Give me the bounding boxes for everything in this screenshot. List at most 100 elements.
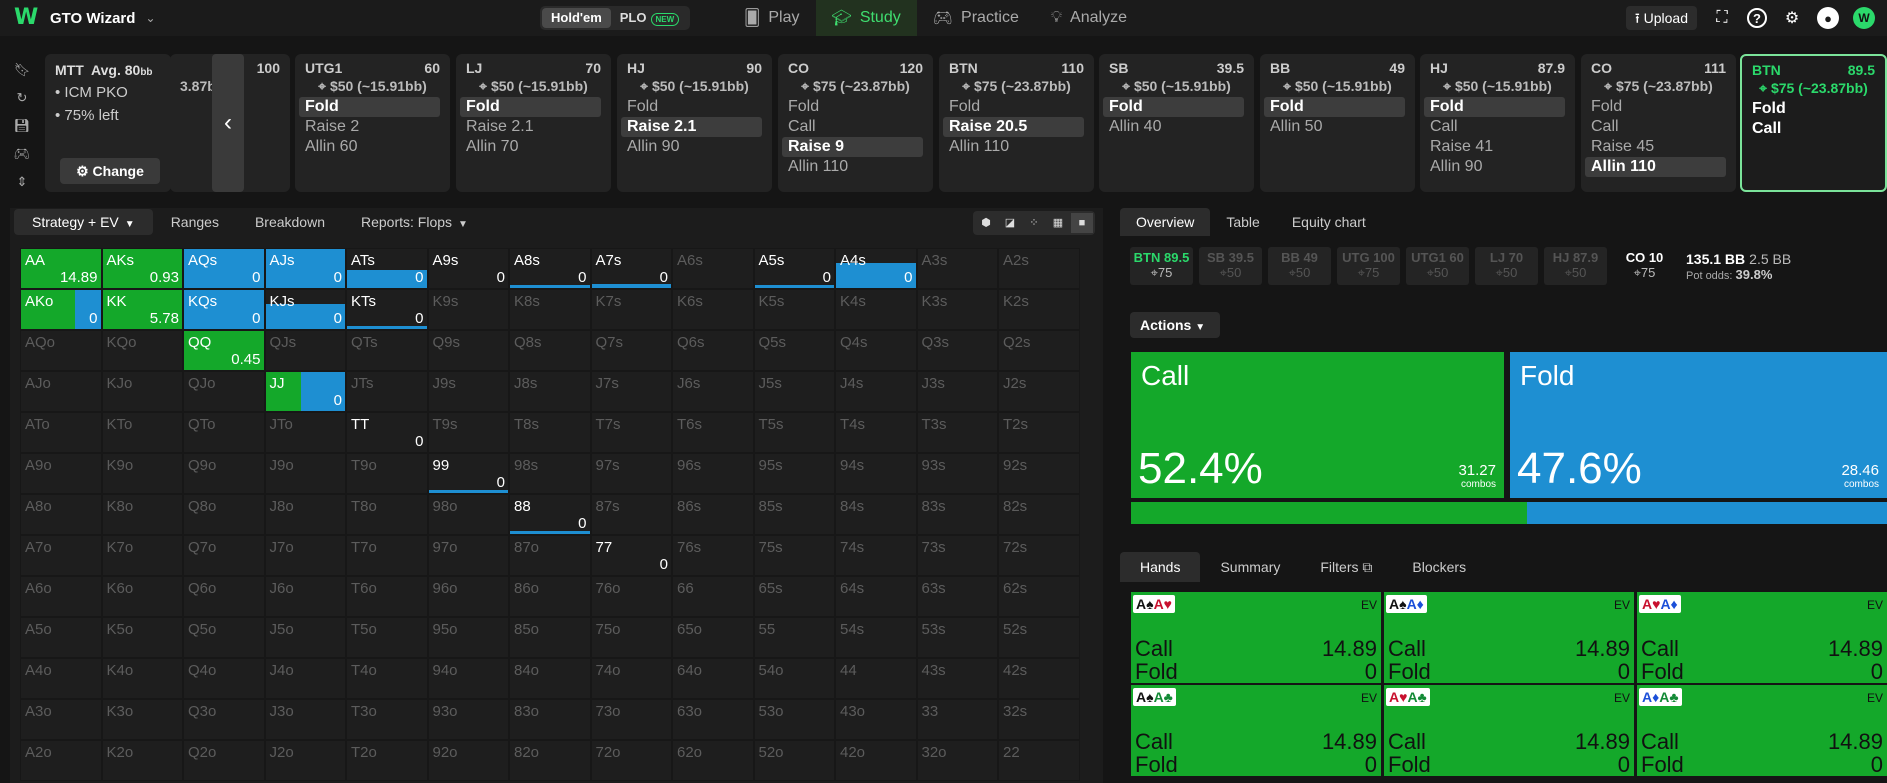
- action-option[interactable]: Raise 2.1: [621, 117, 762, 137]
- action-option[interactable]: Allin 90: [1424, 157, 1565, 177]
- hand-cell-AJo[interactable]: AJo: [20, 371, 102, 412]
- hand-cell-53o[interactable]: 53o: [753, 699, 835, 740]
- hand-cell-J6s[interactable]: J6s: [672, 371, 754, 412]
- hand-cell-T4o[interactable]: T4o: [346, 658, 428, 699]
- tab-table[interactable]: Table: [1210, 208, 1275, 236]
- nav-play[interactable]: 🂠 Play: [728, 0, 816, 36]
- hand-cell-72s[interactable]: 72s: [998, 535, 1080, 576]
- action-option[interactable]: Fold: [1424, 97, 1565, 117]
- hand-cell-T2o[interactable]: T2o: [346, 740, 428, 781]
- game-toggle-plo[interactable]: PLO NEW: [611, 8, 688, 28]
- hand-cell-AQs[interactable]: AQs 0: [183, 248, 265, 289]
- hand-cell-A4o[interactable]: A4o: [20, 658, 102, 699]
- hand-cell-A2s[interactable]: A2s: [998, 248, 1080, 289]
- hand-cell-54s[interactable]: 54s: [835, 617, 917, 658]
- hand-cell-Q5o[interactable]: Q5o: [183, 617, 265, 658]
- app-name[interactable]: GTO Wizard: [50, 10, 135, 27]
- player-card-btn[interactable]: BTN 110 ⌖ $75 (~23.87bb) Fold Raise 20.5 Alli…: [939, 54, 1094, 192]
- tab-summary[interactable]: Summary: [1200, 552, 1300, 582]
- hand-combo-card[interactable]: A♥A♣ EV Call 14.89 Fold 0: [1384, 685, 1634, 777]
- nav-analyze[interactable]: 💡︎ Analyze: [1035, 0, 1143, 36]
- view-split-icon[interactable]: ◪: [999, 213, 1021, 233]
- hand-cell-QTo[interactable]: QTo: [183, 412, 265, 453]
- tab-breakdown[interactable]: Breakdown: [237, 209, 343, 235]
- hand-cell-63s[interactable]: 63s: [916, 576, 998, 617]
- hand-cell-43s[interactable]: 43s: [916, 658, 998, 699]
- hand-cell-J8o[interactable]: J8o: [264, 494, 346, 535]
- hand-cell-T3s[interactable]: T3s: [916, 412, 998, 453]
- hand-cell-85o[interactable]: 85o: [509, 617, 591, 658]
- hand-cell-73o[interactable]: 73o: [590, 699, 672, 740]
- hand-cell-J7o[interactable]: J7o: [264, 535, 346, 576]
- gamepad-icon[interactable]: 🎮︎: [14, 146, 31, 162]
- hand-cell-74s[interactable]: 74s: [835, 535, 917, 576]
- hand-cell-85s[interactable]: 85s: [753, 494, 835, 535]
- collapse-icon[interactable]: ⇕: [17, 174, 28, 190]
- hand-cell-AKo[interactable]: AKo 0: [20, 289, 102, 330]
- action-option[interactable]: Fold: [1103, 97, 1244, 117]
- hand-cell-AA[interactable]: AA 14.89: [20, 248, 102, 289]
- player-card-hj[interactable]: HJ 90 ⌖ $50 (~15.91bb) Fold Raise 2.1 Allin 9…: [617, 54, 772, 192]
- action-option[interactable]: Allin 70: [460, 137, 601, 157]
- view-grid-icon[interactable]: ▦: [1047, 213, 1069, 233]
- hand-cell-KTo[interactable]: KTo: [101, 412, 183, 453]
- hand-cell-A6o[interactable]: A6o: [20, 576, 102, 617]
- player-card-btn[interactable]: BTN 89.5 ⌖ $75 (~23.87bb) Fold Call: [1740, 54, 1887, 192]
- hand-cell-T8s[interactable]: T8s: [509, 412, 591, 453]
- hand-cell-87o[interactable]: 87o: [509, 535, 591, 576]
- hand-cell-T9o[interactable]: T9o: [346, 453, 428, 494]
- hand-cell-86o[interactable]: 86o: [509, 576, 591, 617]
- scroll-left-button[interactable]: ‹: [212, 54, 244, 192]
- action-option[interactable]: Allin 50: [1264, 117, 1405, 137]
- action-option[interactable]: Allin 60: [299, 137, 440, 157]
- hand-cell-33[interactable]: 33: [916, 699, 998, 740]
- hand-cell-T2s[interactable]: T2s: [998, 412, 1080, 453]
- tab-strategy-ev[interactable]: Strategy + EV ▼: [14, 209, 153, 235]
- hand-cell-32o[interactable]: 32o: [916, 740, 998, 781]
- reset-icon[interactable]: ↻: [17, 90, 28, 106]
- hand-cell-96s[interactable]: 96s: [672, 453, 754, 494]
- hand-cell-A9o[interactable]: A9o: [20, 453, 102, 494]
- hand-cell-K9s[interactable]: K9s: [427, 289, 509, 330]
- hand-cell-K3s[interactable]: K3s: [916, 289, 998, 330]
- hand-cell-T4s[interactable]: T4s: [835, 412, 917, 453]
- position-chip[interactable]: BB 49 ⌖50: [1268, 247, 1331, 285]
- hand-cell-K5s[interactable]: K5s: [753, 289, 835, 330]
- hand-cell-72o[interactable]: 72o: [590, 740, 672, 781]
- hand-cell-AJs[interactable]: AJs 0: [264, 248, 346, 289]
- screenshot-icon[interactable]: ⛶: [1711, 7, 1733, 29]
- hand-cell-Q8s[interactable]: Q8s: [509, 330, 591, 371]
- action-option[interactable]: Call: [1424, 117, 1565, 137]
- hand-cell-96o[interactable]: 96o: [427, 576, 509, 617]
- save-icon[interactable]: 💾︎: [14, 118, 31, 134]
- hand-cell-KTs[interactable]: KTs 0: [346, 289, 428, 330]
- hand-cell-66[interactable]: 66: [672, 576, 754, 617]
- hand-cell-K9o[interactable]: K9o: [101, 453, 183, 494]
- view-small-grid-icon[interactable]: ⁘: [1023, 213, 1045, 233]
- hand-cell-82o[interactable]: 82o: [509, 740, 591, 781]
- hand-cell-65o[interactable]: 65o: [672, 617, 754, 658]
- hand-cell-JTs[interactable]: JTs: [346, 371, 428, 412]
- hand-cell-65s[interactable]: 65s: [753, 576, 835, 617]
- hand-cell-93s[interactable]: 93s: [916, 453, 998, 494]
- action-option[interactable]: Raise 41: [1424, 137, 1565, 157]
- hand-cell-K6o[interactable]: K6o: [101, 576, 183, 617]
- hand-cell-T6o[interactable]: T6o: [346, 576, 428, 617]
- action-option[interactable]: Call: [1585, 117, 1726, 137]
- hand-cell-73s[interactable]: 73s: [916, 535, 998, 576]
- hand-cell-K2s[interactable]: K2s: [998, 289, 1080, 330]
- hand-cell-75o[interactable]: 75o: [590, 617, 672, 658]
- hand-cell-53s[interactable]: 53s: [916, 617, 998, 658]
- player-card-bb[interactable]: BB 49 ⌖ $50 (~15.91bb) Fold Allin 50: [1260, 54, 1415, 192]
- action-option[interactable]: Allin 110: [943, 137, 1084, 157]
- position-chip[interactable]: HJ 87.9 ⌖50: [1544, 247, 1607, 285]
- hand-cell-T7s[interactable]: T7s: [590, 412, 672, 453]
- hand-cell-K7s[interactable]: K7s: [590, 289, 672, 330]
- hand-cell-Q9o[interactable]: Q9o: [183, 453, 265, 494]
- hand-cell-98s[interactable]: 98s: [509, 453, 591, 494]
- gear-icon[interactable]: ⚙: [1781, 7, 1803, 29]
- hand-cell-A7o[interactable]: A7o: [20, 535, 102, 576]
- hand-cell-T5o[interactable]: T5o: [346, 617, 428, 658]
- hand-cell-J4s[interactable]: J4s: [835, 371, 917, 412]
- hand-cell-A6s[interactable]: A6s: [672, 248, 754, 289]
